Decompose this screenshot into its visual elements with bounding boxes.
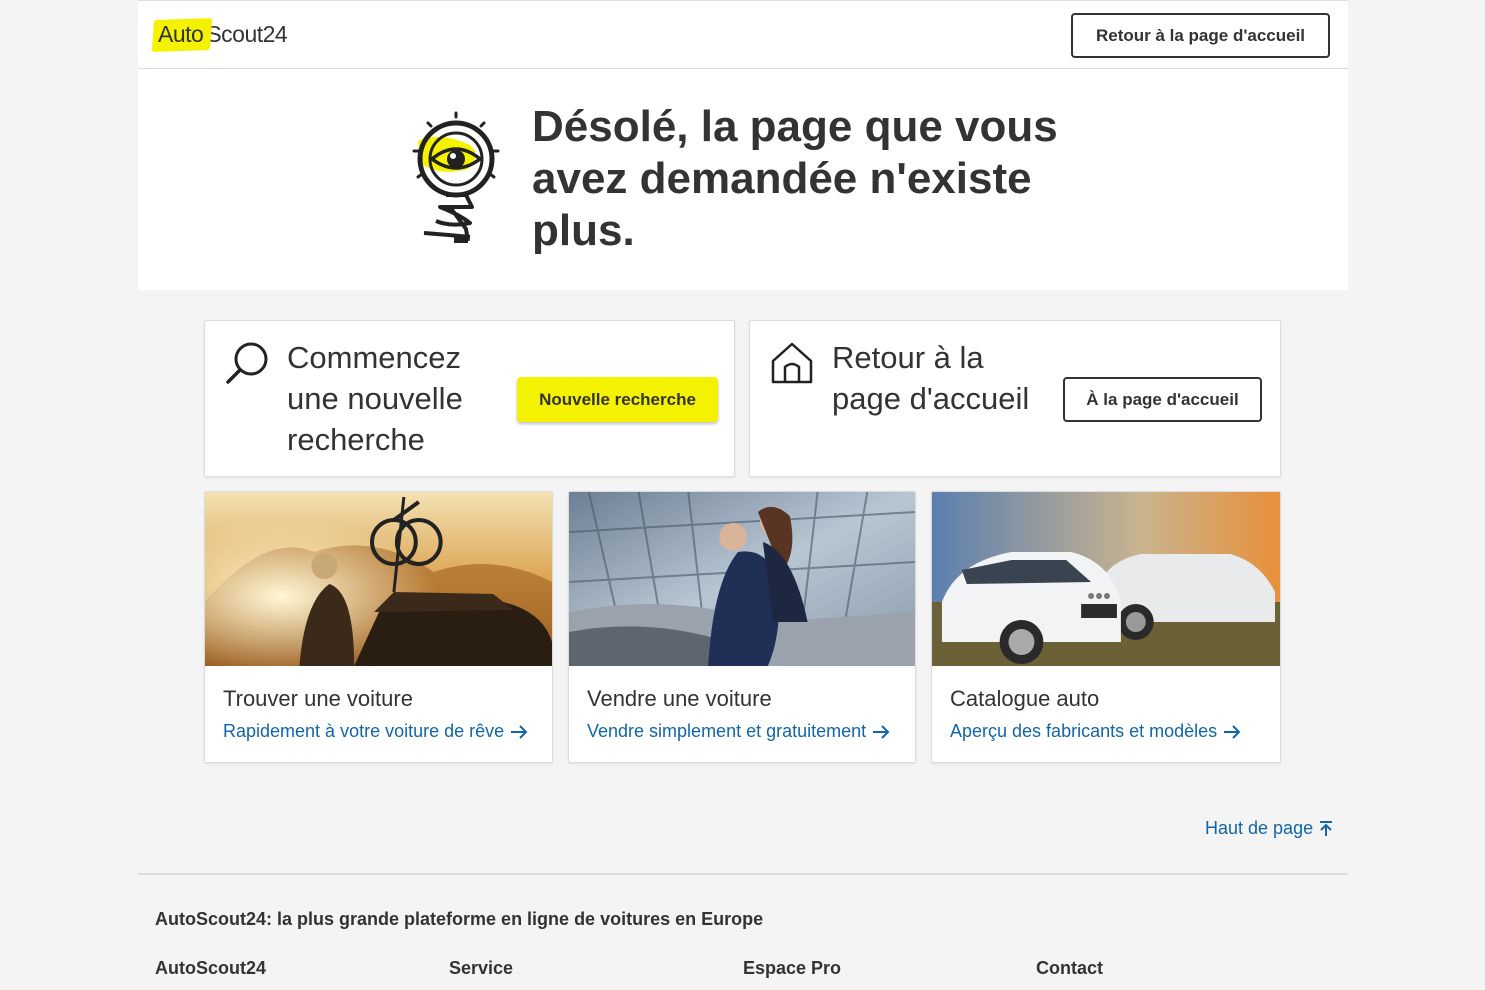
home-card-text: Retour à la page d'accueil (832, 340, 1030, 416)
logo-highlight: Auto (155, 19, 206, 50)
tile-sell-car[interactable]: Vendre une voiture Vendre simplement et … (568, 491, 916, 763)
home-page-button[interactable]: À la page d'accueil (1063, 377, 1262, 422)
tile-title: Catalogue auto (950, 686, 1100, 711)
home-icon (771, 342, 813, 384)
arrow-right-icon (511, 724, 528, 739)
page-title: Désolé, la page que vous avez demandée n… (532, 102, 1058, 255)
home-card: Retour à la page d'accueil À la page d'a… (749, 320, 1281, 477)
tile-link[interactable]: Aperçu des fabricants et modèles (950, 721, 1241, 742)
tile-find-car[interactable]: Trouver une voiture Rapidement à votre v… (204, 491, 553, 763)
tile-image-white-cars (932, 492, 1280, 666)
lightbulb-eye-icon (412, 111, 500, 243)
header: Auto Scout24 Retour à la page d'accueil (138, 0, 1348, 69)
tile-image-bike-car (205, 492, 552, 666)
new-search-text: Commencez une nouvelle recherche (287, 340, 463, 457)
arrow-up-to-top-icon (1320, 820, 1333, 836)
tile-link[interactable]: Rapidement à votre voiture de rêve (223, 721, 528, 742)
search-icon (226, 342, 268, 384)
new-search-card: Commencez une nouvelle recherche Nouvell… (204, 320, 735, 477)
page: AutoScout24 Retour à la page d'accueil (138, 0, 1348, 990)
autoscout24-logo[interactable]: Auto Scout24 (155, 17, 288, 51)
footer-divider (138, 873, 1348, 875)
arrow-right-icon (873, 724, 890, 739)
logo-text: Scout24 (206, 20, 288, 47)
footer-column-contact[interactable]: Contact (1036, 958, 1103, 979)
footer-title: AutoScout24: la plus grande plateforme e… (155, 909, 764, 929)
footer-column-espace-pro[interactable]: Espace Pro (743, 958, 841, 979)
tile-link[interactable]: Vendre simplement et gratuitement (587, 721, 890, 742)
tile-title: Trouver une voiture (223, 686, 413, 711)
tile-car-catalogue[interactable]: Catalogue auto Aperçu des fabricants et … (931, 491, 1281, 763)
footer-column-autoscout24[interactable]: AutoScout24 (155, 958, 266, 979)
header-home-button[interactable]: Retour à la page d'accueil (1071, 13, 1330, 58)
new-search-button[interactable]: Nouvelle recherche (517, 377, 718, 422)
tile-title: Vendre une voiture (587, 686, 772, 711)
back-to-top-link[interactable]: Haut de page (1205, 818, 1333, 839)
tile-image-couple-hug (569, 492, 915, 666)
arrow-right-icon (1224, 724, 1241, 739)
hero-section: Désolé, la page que vous avez demandée n… (138, 69, 1348, 290)
footer-column-service[interactable]: Service (449, 958, 513, 979)
